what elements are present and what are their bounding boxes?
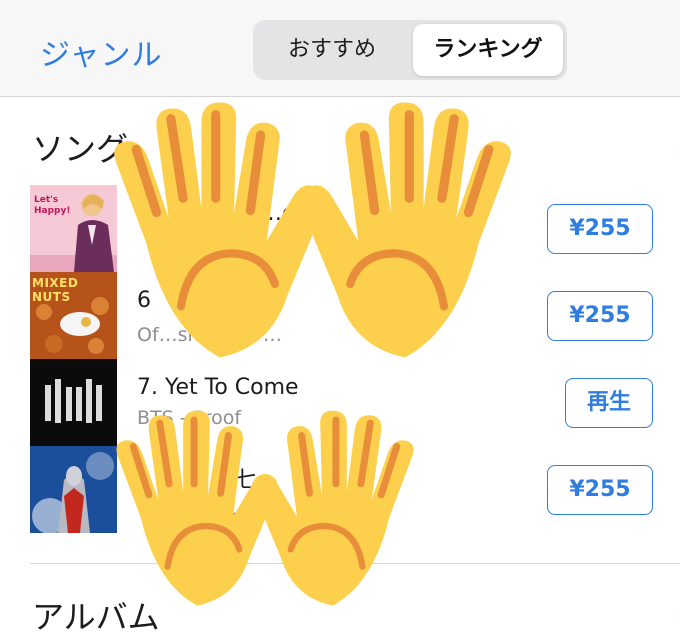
song-title: 7. Yet To Come xyxy=(137,375,299,400)
album-art: Let's Happy! xyxy=(30,185,117,272)
album-art xyxy=(30,359,117,446)
section-divider xyxy=(30,563,680,564)
segmented-control: おすすめ ランキング xyxy=(253,20,567,80)
album-art-text: MIXED NUTS xyxy=(32,276,79,304)
album-art: MIXED NUTS xyxy=(30,272,117,359)
song-subtitle: BTS - Proof xyxy=(137,407,242,429)
album-art-text: Let's Happy! xyxy=(34,195,71,216)
list-item[interactable]: …七 …1/七 ¥255 xyxy=(30,446,680,533)
album-art xyxy=(30,446,117,533)
song-title: 6 xyxy=(137,288,151,313)
navigation-header: ジャンル おすすめ ランキング xyxy=(0,0,680,97)
song-subtitle: Of…sm - …ツ… xyxy=(137,324,282,346)
tab-ranking[interactable]: ランキング xyxy=(413,24,563,76)
song-title: …七 xyxy=(212,468,257,493)
songs-section-title: ソング xyxy=(32,130,129,168)
song-title: …op xyxy=(260,201,310,226)
list-item[interactable]: MIXED NUTS 6 Of…sm - …ツ… ¥255 xyxy=(30,272,680,359)
tab-recommended[interactable]: おすすめ xyxy=(257,24,407,76)
play-button[interactable]: 再生 xyxy=(565,378,653,428)
list-item[interactable]: Let's Happy! …op ¥255 xyxy=(30,185,680,272)
song-subtitle: …1/七 xyxy=(225,498,282,520)
buy-button[interactable]: ¥255 xyxy=(547,291,653,341)
buy-button[interactable]: ¥255 xyxy=(547,204,653,254)
genre-link[interactable]: ジャンル xyxy=(40,30,163,74)
albums-section-title: アルバム xyxy=(32,598,160,636)
list-item[interactable]: 7. Yet To Come BTS - Proof 再生 xyxy=(30,359,680,446)
buy-button[interactable]: ¥255 xyxy=(547,465,653,515)
